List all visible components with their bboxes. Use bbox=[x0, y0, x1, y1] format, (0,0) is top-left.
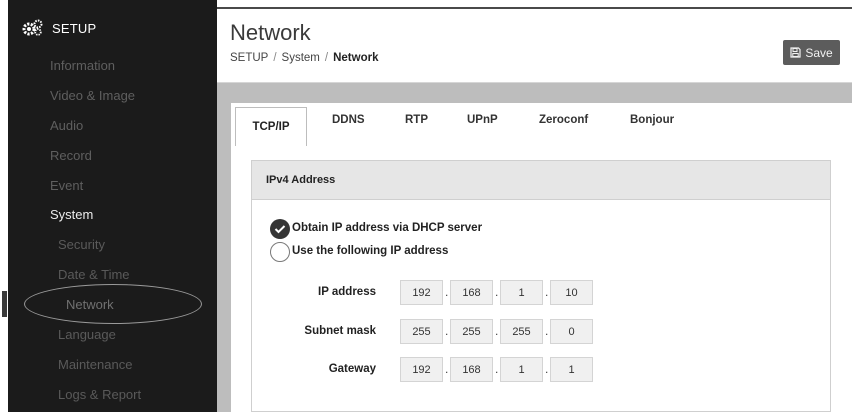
octet-separator: . bbox=[445, 362, 449, 376]
breadcrumb-separator: / bbox=[324, 52, 329, 64]
dhcp-radio-label[interactable]: Obtain IP address via DHCP server bbox=[292, 222, 482, 234]
subnet-mask-octet-3[interactable]: 255 bbox=[500, 319, 543, 344]
sidebar-item-audio[interactable]: Audio bbox=[50, 118, 83, 134]
subnet-mask-octet-1[interactable]: 255 bbox=[400, 319, 443, 344]
page-title: Network bbox=[230, 20, 311, 45]
octet-separator: . bbox=[445, 324, 449, 338]
gateway-octet-3[interactable]: 1 bbox=[500, 357, 543, 382]
top-border bbox=[217, 7, 852, 9]
ip-address-octet-3[interactable]: 1 bbox=[500, 280, 543, 305]
sidebar-item-information[interactable]: Information bbox=[50, 58, 115, 74]
gateway-octet-2[interactable]: 168 bbox=[450, 357, 493, 382]
gateway-octet-1[interactable]: 192 bbox=[400, 357, 443, 382]
sidebar-item-language[interactable]: Language bbox=[58, 327, 116, 343]
breadcrumb: SETUP / System / Network bbox=[230, 52, 378, 64]
sidebar-item-video-image[interactable]: Video & Image bbox=[50, 88, 135, 104]
sidebar-item-event[interactable]: Event bbox=[50, 178, 83, 194]
breadcrumb-current: Network bbox=[333, 52, 379, 64]
octet-separator: . bbox=[495, 362, 499, 376]
sidebar-item-record[interactable]: Record bbox=[50, 148, 92, 164]
ip-address-octet-1[interactable]: 192 bbox=[400, 280, 443, 305]
scroll-marker bbox=[2, 291, 7, 317]
save-button-label: Save bbox=[805, 45, 833, 60]
save-button[interactable]: Save bbox=[783, 40, 840, 65]
sidebar-header[interactable]: SETUP bbox=[22, 17, 96, 39]
sidebar-item-maintenance[interactable]: Maintenance bbox=[58, 357, 132, 373]
static-ip-radio[interactable] bbox=[270, 242, 290, 262]
subnet-mask-octet-4[interactable]: 0 bbox=[550, 319, 593, 344]
gateway-octet-4[interactable]: 1 bbox=[550, 357, 593, 382]
tab-rtp[interactable]: RTP bbox=[405, 114, 428, 134]
subnet-mask-label: Subnet mask bbox=[304, 325, 376, 337]
sidebar-item-system[interactable]: System bbox=[50, 207, 93, 223]
octet-separator: . bbox=[495, 324, 499, 338]
static-ip-radio-label[interactable]: Use the following IP address bbox=[292, 245, 448, 257]
octet-separator: . bbox=[445, 285, 449, 299]
dhcp-radio[interactable] bbox=[270, 219, 290, 239]
gears-icon bbox=[22, 19, 43, 36]
tab-zeroconf[interactable]: Zeroconf bbox=[539, 114, 588, 134]
floppy-disk-icon bbox=[790, 47, 801, 58]
breadcrumb-separator: / bbox=[273, 52, 277, 64]
ip-address-octet-4[interactable]: 10 bbox=[550, 280, 593, 305]
gateway-label: Gateway bbox=[328, 363, 376, 375]
breadcrumb-setup[interactable]: SETUP bbox=[230, 52, 268, 64]
checkmark-icon bbox=[274, 225, 286, 234]
ipv4-card-title: IPv4 Address bbox=[251, 160, 831, 200]
tab-ddns[interactable]: DDNS bbox=[332, 114, 365, 134]
left-gutter bbox=[0, 0, 8, 412]
sidebar-item-security[interactable]: Security bbox=[58, 237, 105, 253]
ip-address-octet-2[interactable]: 168 bbox=[450, 280, 493, 305]
tab-upnp[interactable]: UPnP bbox=[467, 114, 498, 134]
octet-separator: . bbox=[545, 285, 549, 299]
octet-separator: . bbox=[545, 362, 549, 376]
octet-separator: . bbox=[495, 285, 499, 299]
sidebar-item-network[interactable]: Network bbox=[66, 297, 114, 313]
sidebar-header-label: SETUP bbox=[52, 20, 97, 36]
ip-address-label: IP address bbox=[318, 286, 376, 298]
sidebar-item-date-time[interactable]: Date & Time bbox=[58, 267, 130, 283]
breadcrumb-system[interactable]: System bbox=[282, 52, 320, 64]
tab-bonjour[interactable]: Bonjour bbox=[630, 114, 674, 134]
octet-separator: . bbox=[545, 324, 549, 338]
sidebar-item-logs-report[interactable]: Logs & Report bbox=[58, 387, 141, 403]
tab-tcp-ip[interactable]: TCP/IP bbox=[235, 107, 307, 146]
subnet-mask-octet-2[interactable]: 255 bbox=[450, 319, 493, 344]
